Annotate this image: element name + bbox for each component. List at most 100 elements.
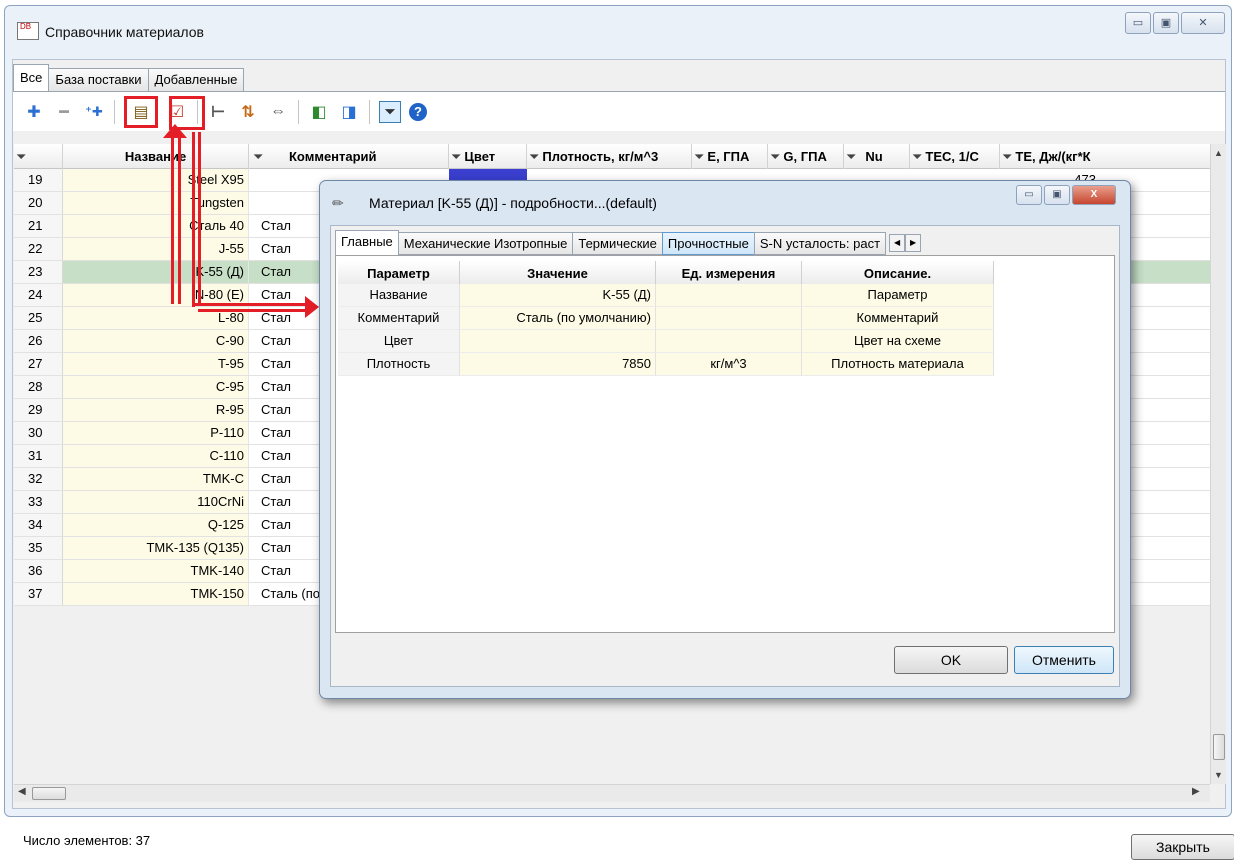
filter-icon[interactable]: ⏷ bbox=[379, 100, 401, 123]
name-cell: TMK-C bbox=[63, 468, 249, 490]
header-value: Значение bbox=[460, 261, 656, 286]
filter-icon[interactable]: ⏷ bbox=[16, 149, 26, 164]
param-unit: кг/м^3 bbox=[656, 353, 802, 376]
row-number: 35 bbox=[14, 537, 63, 559]
col-header-rownum: ⏷ bbox=[14, 144, 63, 169]
name-cell: Steel X95 bbox=[63, 169, 249, 191]
title-bar: DB Справочник материалов ▭ ▣ ✕ bbox=[5, 6, 1231, 48]
filter-icon[interactable]: ⏷ bbox=[529, 149, 539, 164]
name-cell: R-95 bbox=[63, 399, 249, 421]
tab-delivery-base[interactable]: База поставки bbox=[48, 68, 149, 91]
filter-icon[interactable]: ⏷ bbox=[912, 149, 922, 164]
name-cell: J-55 bbox=[63, 238, 249, 260]
param-description: Комментарий bbox=[802, 307, 994, 330]
param-unit bbox=[656, 284, 802, 307]
row-number: 32 bbox=[14, 468, 63, 490]
param-value[interactable]: Сталь (по умолчанию) bbox=[460, 307, 656, 330]
col-header-tec[interactable]: ⏷ TEC, 1/C bbox=[910, 144, 1000, 169]
close-window-button[interactable]: ✕ bbox=[1181, 12, 1225, 34]
toolbar-separator bbox=[369, 99, 370, 124]
ok-button[interactable]: OK bbox=[894, 646, 1008, 674]
col-header-g[interactable]: ⏷ G, ГПА bbox=[768, 144, 844, 169]
dialog-close-button[interactable]: X bbox=[1072, 185, 1116, 205]
remove-icon[interactable]: ━ bbox=[53, 101, 75, 123]
help-icon[interactable]: ? bbox=[409, 102, 427, 121]
row-number: 21 bbox=[14, 215, 63, 237]
header-parameter: Параметр bbox=[338, 261, 460, 286]
sort-icon[interactable]: ⇅ bbox=[237, 101, 259, 123]
row-number: 22 bbox=[14, 238, 63, 260]
row-number: 37 bbox=[14, 583, 63, 605]
annotation-arrow-right bbox=[305, 296, 319, 318]
col-header-density[interactable]: ⏷ Плотность, кг/м^3 bbox=[527, 144, 692, 169]
fit-columns-icon[interactable]: ⇔ bbox=[267, 101, 289, 123]
material-details-dialog: ✏ Материал [K-55 (Д)] - подробности...(d… bbox=[319, 180, 1131, 699]
col-header-te[interactable]: ⏷ TE, Дж/(кг*К bbox=[1000, 144, 1110, 169]
filter-icon[interactable]: ⏷ bbox=[694, 149, 704, 164]
parameters-header: Параметр Значение Ед. измерения Описание… bbox=[338, 261, 994, 286]
scroll-left-icon[interactable]: ◀ bbox=[18, 786, 26, 797]
col-header-nu[interactable]: ⏷ Nu bbox=[844, 144, 910, 169]
col-header-color[interactable]: ⏷ Цвет bbox=[449, 144, 527, 169]
scroll-thumb[interactable] bbox=[32, 787, 66, 800]
scroll-down-icon[interactable]: ▼ bbox=[1214, 770, 1223, 780]
param-value[interactable]: 7850 bbox=[460, 353, 656, 376]
close-button[interactable]: Закрыть bbox=[1131, 834, 1234, 860]
dialog-maximize-button[interactable]: ▣ bbox=[1044, 185, 1070, 205]
filter-icon[interactable]: ⏷ bbox=[253, 149, 263, 165]
window-title: Справочник материалов bbox=[45, 24, 204, 40]
name-cell: 110CrNi bbox=[63, 491, 249, 513]
dialog-minimize-button[interactable]: ▭ bbox=[1016, 185, 1042, 205]
param-label: Название bbox=[338, 284, 460, 307]
col-header-comment[interactable]: ⏷ Комментарий bbox=[249, 144, 449, 169]
name-cell: P-110 bbox=[63, 422, 249, 444]
import-icon[interactable]: ◧ bbox=[308, 101, 330, 123]
scroll-thumb[interactable] bbox=[1213, 734, 1225, 760]
annotation-line bbox=[198, 132, 201, 304]
tab-main[interactable]: Главные bbox=[335, 230, 399, 255]
properties-icon[interactable]: ▤ bbox=[124, 95, 158, 128]
tab-all[interactable]: Все bbox=[13, 64, 50, 91]
col-header-name[interactable]: Название bbox=[63, 144, 249, 169]
name-cell: TMK-140 bbox=[63, 560, 249, 582]
cancel-button[interactable]: Отменить bbox=[1014, 646, 1114, 674]
param-label: Комментарий bbox=[338, 307, 460, 330]
tab-scroll-arrows: ◀ ▶ bbox=[889, 234, 922, 254]
horizontal-scrollbar[interactable]: ◀ ▶ bbox=[14, 784, 1210, 802]
pencil-icon: ✏ bbox=[332, 195, 344, 211]
export-icon[interactable]: ◨ bbox=[338, 101, 360, 123]
tab-strength[interactable]: Прочностные bbox=[661, 232, 755, 255]
name-cell: TMK-150 bbox=[63, 583, 249, 605]
tab-mechanical-isotropic[interactable]: Механические Изотропные bbox=[397, 232, 574, 255]
add-multiple-icon[interactable]: ⁺✚ bbox=[83, 101, 105, 123]
scroll-up-icon[interactable]: ▲ bbox=[1214, 148, 1223, 158]
dialog-controls: ▭ ▣ X bbox=[1016, 185, 1116, 205]
annotation-line bbox=[198, 309, 307, 312]
vertical-scrollbar[interactable]: ▲ ▼ bbox=[1210, 144, 1226, 784]
parameter-row: Цвет Цвет на схеме bbox=[338, 330, 994, 353]
status-count: Число элементов: 37 bbox=[23, 833, 151, 848]
tree-icon[interactable]: ⊢ bbox=[207, 101, 229, 123]
param-value[interactable]: K-55 (Д) bbox=[460, 284, 656, 307]
add-icon[interactable]: ✚ bbox=[23, 101, 45, 123]
row-number: 30 bbox=[14, 422, 63, 444]
tab-scroll-left-icon[interactable]: ◀ bbox=[889, 234, 906, 252]
dialog-tab-strip: Главные Механические Изотропные Термичес… bbox=[335, 230, 922, 255]
filter-icon[interactable]: ⏷ bbox=[451, 149, 461, 164]
row-number: 34 bbox=[14, 514, 63, 536]
filter-icon[interactable]: ⏷ bbox=[1002, 149, 1012, 164]
col-header-e[interactable]: ⏷ E, ГПА bbox=[692, 144, 768, 169]
minimize-button[interactable]: ▭ bbox=[1125, 12, 1151, 34]
maximize-button[interactable]: ▣ bbox=[1153, 12, 1179, 34]
filter-icon[interactable]: ⏷ bbox=[770, 149, 780, 164]
scroll-right-icon[interactable]: ▶ bbox=[1192, 786, 1200, 797]
tab-scroll-right-icon[interactable]: ▶ bbox=[905, 234, 922, 252]
tab-added[interactable]: Добавленные bbox=[147, 68, 245, 91]
dialog-client: Главные Механические Изотропные Термичес… bbox=[330, 225, 1120, 687]
param-value[interactable] bbox=[460, 330, 656, 353]
filter-icon[interactable]: ⏷ bbox=[846, 149, 856, 164]
param-label: Плотность bbox=[338, 353, 460, 376]
dialog-panel: Параметр Значение Ед. измерения Описание… bbox=[335, 255, 1115, 633]
tab-thermal[interactable]: Термические bbox=[572, 232, 663, 255]
tab-sn-fatigue[interactable]: S-N усталость: раст bbox=[753, 232, 887, 255]
